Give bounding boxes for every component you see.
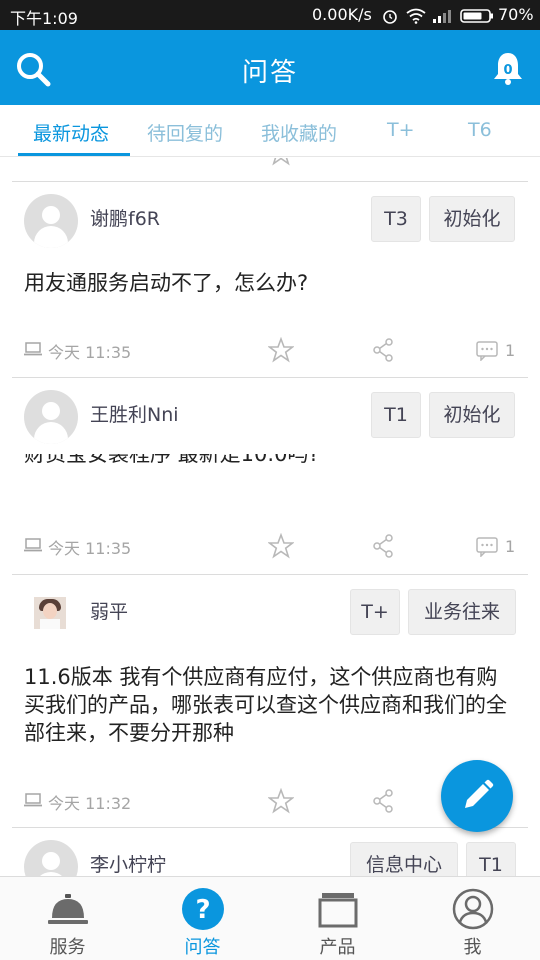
avatar[interactable] [24,194,78,248]
comment-count: 1 [505,341,516,360]
post-time: 今天 11:35 [48,343,132,362]
share-icon[interactable] [372,789,394,813]
svg-text:?: ? [195,895,210,925]
tab-pending-reply[interactable]: 待回复的 [147,119,223,146]
tag-badge[interactable]: T1 [466,842,516,876]
tab-favorites[interactable]: 我收藏的 [261,119,337,146]
tag-badge[interactable]: 初始化 [429,196,515,242]
notification-bell-icon[interactable]: 0 [488,49,528,89]
pencil-icon [465,779,494,808]
avatar[interactable] [24,390,78,444]
post-meta: 今天 11:35 [24,534,224,558]
comment-count: 1 [505,537,516,556]
tab-t6[interactable]: T6 [468,119,492,141]
nav-service[interactable]: 服务 [0,877,135,960]
share-icon[interactable] [372,338,394,362]
question-icon: ? [182,888,224,930]
question-card[interactable]: 王胜利Nni T1 初始化 财贸宝安装程序 最新是10.0吗? 今天 11:35 [12,377,528,574]
star-icon[interactable] [268,158,294,166]
question-text[interactable]: 11.6版本 我有个供应商有应付，这个供应商也有购买我们的产品，哪张表可以查这个… [24,663,514,747]
tag-badge[interactable]: T3 [371,196,421,242]
nav-service-label: 服务 [49,937,86,958]
post-meta: 今天 11:35 [24,338,224,362]
tab-latest[interactable]: 最新动态 [33,119,109,146]
username[interactable]: 弱平 [90,597,128,624]
tag-badge[interactable]: 业务往来 [408,589,516,635]
computer-icon [24,342,42,356]
status-time: 下午1:09 [10,9,78,28]
star-icon[interactable] [268,533,294,559]
bottom-navigation: 服务 ? 问答 产品 我 [0,876,540,960]
question-text[interactable]: 财贸宝安装程序 最新是10.0吗? [24,454,514,466]
comment-icon[interactable] [476,341,498,361]
tab-t-plus[interactable]: T+ [387,119,415,141]
tag-badge[interactable]: T1 [371,392,421,438]
tag-badge[interactable]: 信息中心 [350,842,458,876]
network-speed: 0.00K/s [312,5,372,24]
notification-count: 0 [503,63,512,78]
product-box-icon [318,893,358,928]
nav-me[interactable]: 我 [405,877,540,960]
tab-bar: 最新动态 待回复的 我收藏的 T+ T6 [0,105,540,157]
question-card[interactable]: 李小柠柠 信息中心 T1 [12,827,528,876]
computer-icon [24,538,42,552]
avatar[interactable] [24,840,78,876]
username[interactable]: 王胜利Nni [90,400,179,427]
question-card[interactable]: 谢鹏f6R T3 初始化 用友通服务启动不了，怎么办? 今天 11:35 1 [12,181,528,377]
share-icon[interactable] [372,534,394,558]
profile-icon [452,888,494,930]
active-tab-indicator [18,153,130,156]
page-title: 问答 [241,58,298,88]
app-header: 问答 0 [0,30,540,105]
post-time: 今天 11:35 [48,539,132,558]
star-icon[interactable] [268,337,294,363]
star-icon[interactable] [268,788,294,814]
battery-level: 70% [498,5,534,24]
signal-icon [433,10,451,23]
question-text[interactable]: 用友通服务启动不了，怎么办? [24,269,514,297]
computer-icon [24,793,42,807]
post-meta: 今天 11:32 [24,789,224,813]
nav-product-label: 产品 [319,937,356,958]
tag-badge[interactable]: T+ [350,589,400,635]
previous-card-fragment [12,158,528,182]
compose-button[interactable] [441,760,513,832]
tag-badge[interactable]: 初始化 [429,392,515,438]
nav-qa-label: 问答 [184,937,221,958]
alarm-icon [383,10,397,24]
battery-icon [460,9,493,23]
nav-product[interactable]: 产品 [270,877,405,960]
nav-me-label: 我 [463,937,482,958]
comment-icon[interactable] [476,537,498,557]
username[interactable]: 李小柠柠 [90,850,166,876]
avatar[interactable] [34,597,66,629]
status-bar: 下午1:09 0.00K/s 70% [0,0,540,30]
post-time: 今天 11:32 [48,794,132,813]
service-bell-icon [48,894,88,924]
wifi-icon [406,8,426,24]
nav-qa[interactable]: ? 问答 [135,877,270,960]
username[interactable]: 谢鹏f6R [90,204,160,231]
question-text-line: 财贸宝安装程序 最新是10.0吗? [24,454,320,466]
